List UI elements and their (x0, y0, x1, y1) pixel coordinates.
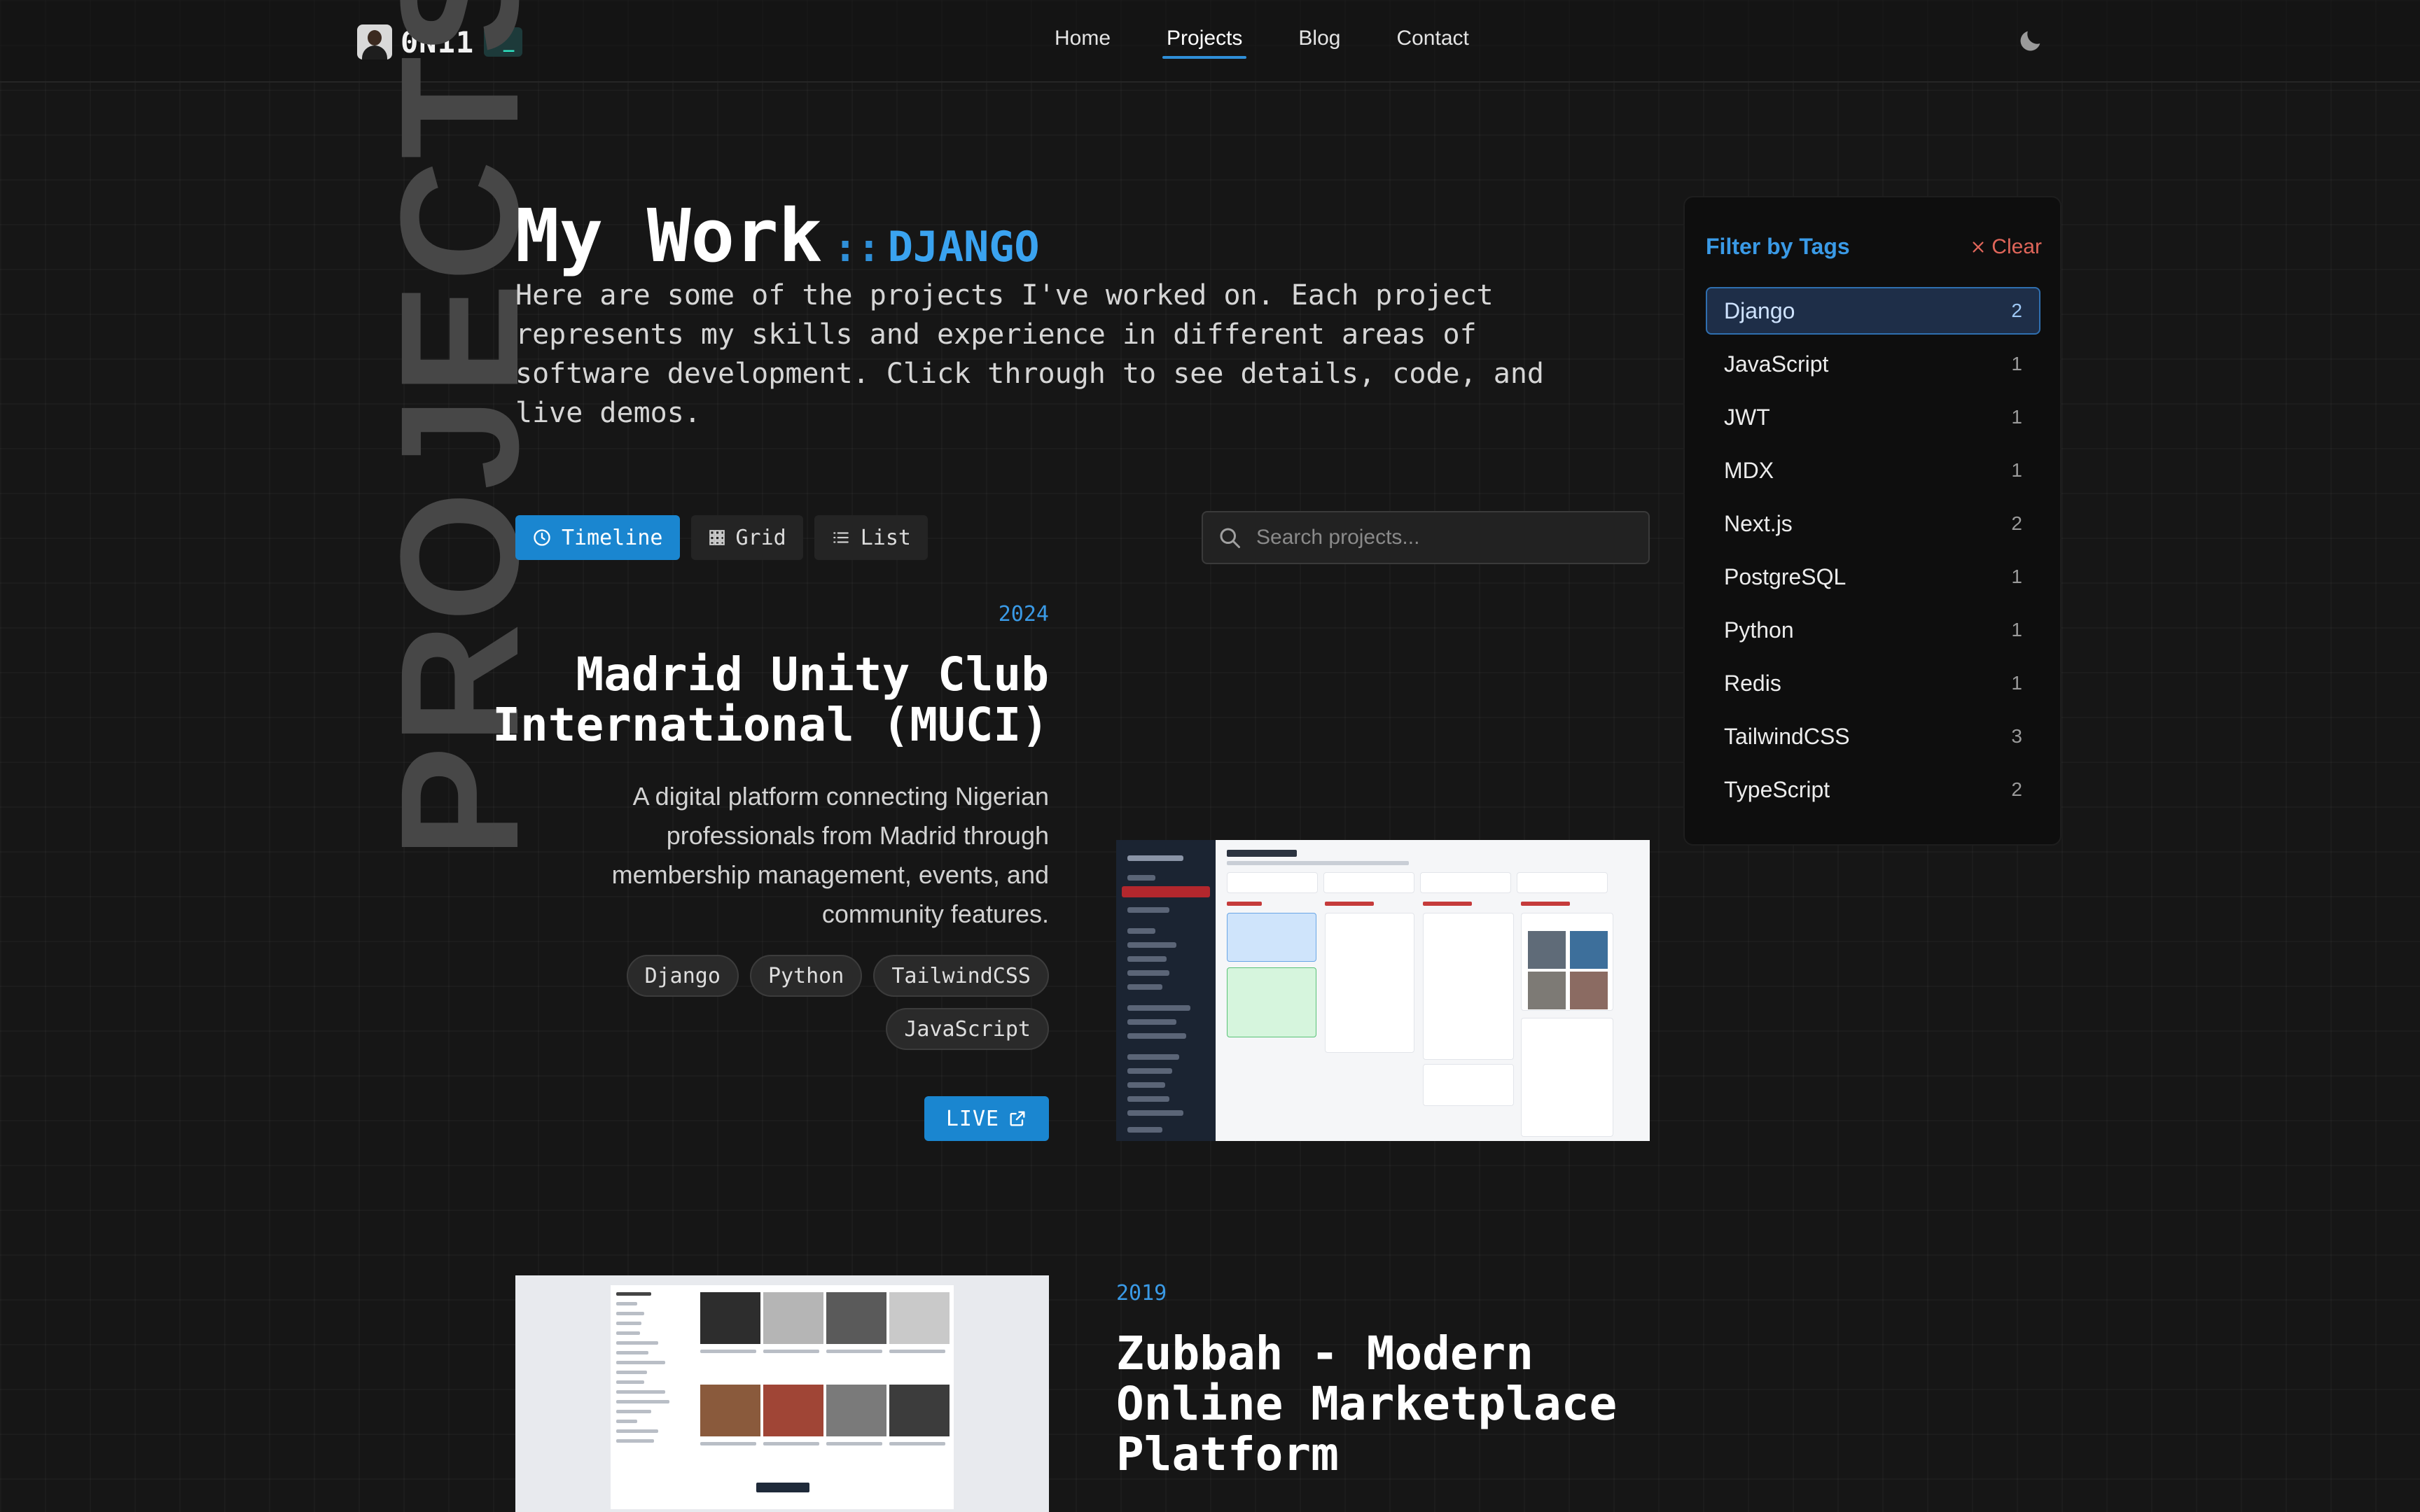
project-tag-chip[interactable]: Python (749, 955, 863, 997)
project-tags: Django Python TailwindCSS JavaScript (574, 955, 1049, 1061)
list-icon (833, 532, 849, 543)
screenshot-main (1216, 840, 1650, 1141)
tag-filter-label: Redis (1724, 670, 1781, 696)
tag-filter-count: 1 (2011, 459, 2022, 481)
search-box (1202, 511, 1650, 564)
project-screenshot[interactable] (1116, 840, 1650, 1141)
timeline-view-label: Timeline (562, 525, 663, 550)
tag-filter-redis[interactable]: Redis 1 (1706, 659, 2040, 707)
tag-filter-jwt[interactable]: JWT 1 (1706, 393, 2040, 441)
page-intro: Here are some of the projects I've worke… (515, 279, 1545, 429)
clear-filters-label: Clear (1991, 234, 2042, 258)
tag-filter-count: 1 (2011, 619, 2022, 640)
top-navbar: 0N11 >_ Home Projects Blog Contact (0, 0, 2420, 83)
screenshot-sidebar (1116, 840, 1216, 1141)
close-icon (1973, 241, 1984, 253)
tag-filter-count: 2 (2011, 300, 2022, 321)
tag-filter-header: Filter by Tags Clear (1706, 234, 2042, 260)
tag-filter-label: PostgreSQL (1724, 564, 1847, 589)
timeline-view-button[interactable]: Timeline (515, 515, 680, 560)
grid-view-button[interactable]: Grid (690, 515, 803, 560)
list-view-label: List (860, 525, 911, 550)
project-screenshot[interactable] (515, 1275, 1049, 1512)
tag-filter-label: JavaScript (1724, 351, 1829, 377)
project-year: 2019 (1116, 1281, 1167, 1306)
view-switcher: Timeline Grid List (515, 515, 939, 560)
tag-filter-count: 2 (2011, 512, 2022, 534)
tag-filter-tailwindcss[interactable]: TailwindCSS 3 (1706, 713, 2040, 760)
tag-filter-postgresql[interactable]: PostgreSQL 1 (1706, 553, 2040, 601)
tag-filter-javascript[interactable]: JavaScript 1 (1706, 340, 2040, 388)
tag-filter-label: Python (1724, 617, 1794, 643)
project-tag-chip[interactable]: JavaScript (886, 1008, 1049, 1050)
tag-filter-mdx[interactable]: MDX 1 (1706, 447, 2040, 494)
project-title[interactable]: Zubbah - Modern Online Marketplace Platf… (1116, 1329, 1648, 1480)
tag-filter-title: Filter by Tags (1706, 234, 1850, 259)
list-view-button[interactable]: List (814, 515, 928, 560)
clear-filters-button[interactable]: Clear (1970, 235, 2042, 259)
tag-filter-label: Django (1724, 298, 1795, 323)
tag-filter-count: 1 (2011, 406, 2022, 428)
project-tag-chip[interactable]: Django (626, 955, 739, 997)
tag-filter-count: 2 (2011, 778, 2022, 800)
tag-list: Django 2 JavaScript 1 JWT 1 MDX 1 Next.j… (1706, 287, 2040, 819)
clock-icon (534, 529, 550, 546)
live-demo-button[interactable]: LIVE (924, 1096, 1049, 1141)
grid-view-label: Grid (735, 525, 786, 550)
nav-link-home[interactable]: Home (1055, 27, 1111, 56)
tag-filter-label: JWT (1724, 404, 1770, 430)
search-input[interactable] (1256, 526, 1634, 550)
external-link-icon (1010, 1111, 1025, 1126)
tag-filter-label: TailwindCSS (1724, 723, 1850, 749)
tag-filter-count: 1 (2011, 672, 2022, 694)
project-title[interactable]: Madrid Unity Club International (MUCI) (490, 650, 1049, 750)
nav-link-blog[interactable]: Blog (1298, 27, 1340, 56)
search-icon (1220, 528, 1240, 548)
nav-link-projects[interactable]: Projects (1162, 27, 1247, 59)
live-demo-label: LIVE (945, 1106, 1000, 1131)
title-separator: :: (833, 225, 881, 271)
tag-filter-django[interactable]: Django 2 (1706, 287, 2040, 335)
tag-filter-count: 1 (2011, 353, 2022, 374)
tag-filter-nextjs[interactable]: Next.js 2 (1706, 500, 2040, 547)
tag-filter-python[interactable]: Python 1 (1706, 606, 2040, 654)
active-filter-label: DJANGO (887, 223, 1040, 272)
moon-icon[interactable] (2017, 27, 2045, 55)
grid-icon (709, 530, 725, 545)
nav-link-contact[interactable]: Contact (1396, 27, 1468, 56)
screenshot-marketplace (611, 1285, 954, 1509)
tag-filter-count: 1 (2011, 566, 2022, 587)
nav-links: Home Projects Blog Contact (1055, 27, 1525, 59)
tag-filter-panel: Filter by Tags Clear Django 2 JavaScript… (1683, 196, 2061, 846)
project-tag-chip[interactable]: TailwindCSS (873, 955, 1049, 997)
page-title: My Work (515, 193, 823, 279)
project-year: 2024 (998, 602, 1049, 626)
tag-filter-typescript[interactable]: TypeScript 2 (1706, 766, 2040, 813)
project-description: A digital platform connecting Nigerian p… (611, 782, 1049, 928)
tag-filter-label: Next.js (1724, 510, 1793, 536)
page-title-row: My Work :: DJANGO (515, 193, 1039, 279)
tag-filter-label: TypeScript (1724, 776, 1830, 802)
tag-filter-label: MDX (1724, 457, 1774, 483)
tag-filter-count: 3 (2011, 725, 2022, 747)
